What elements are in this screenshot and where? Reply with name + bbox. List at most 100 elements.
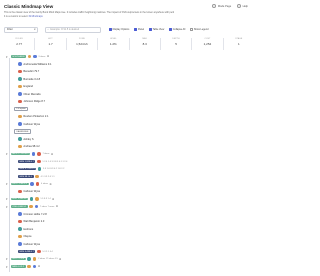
avatar [33, 54, 37, 59]
group-label: LH option [14, 106, 29, 112]
chevron-down-icon[interactable]: ▾ [6, 257, 9, 261]
chevron-down-icon[interactable]: ▾ [6, 265, 9, 269]
avatar [29, 197, 34, 201]
option-label: Collapse All [172, 28, 186, 31]
copy-icon[interactable]: ⧉ [56, 205, 58, 208]
stat-label: ZONE [78, 38, 85, 40]
stat-level: LEVEL 1.2% [98, 38, 130, 50]
tree-leaf-row[interactable]: England [18, 84, 33, 89]
tree-parent-row[interactable]: ▾ CDE 4,088.52 7 ideas 7 more ⧉ [6, 204, 58, 209]
tree-leaf-row[interactable]: Johnson Ridge 8.7 [18, 99, 45, 104]
tree-leaf-row[interactable]: Crimson Hollie 7.2.8 [18, 212, 47, 217]
checkbox-icon [109, 28, 112, 31]
tree-leaf-row[interactable]: Ashley S [18, 137, 34, 142]
copy-icon[interactable]: ⧉ [51, 153, 53, 156]
tree-leaf-row[interactable]: Oliver Mercalts [18, 92, 41, 97]
header-actions: Mode Page Help [212, 4, 248, 8]
node-meta: 1.5 8.3 1.4 [40, 198, 51, 200]
copy-icon[interactable]: ⧉ [52, 198, 54, 201]
detail-meta: 3.5 1.6 8.9 4.2 1.8 2.2 [43, 168, 65, 170]
stat-value: 1,524 kh [76, 42, 88, 46]
search-input[interactable]: ⌕ Example: O 91.5 is desired [45, 26, 101, 33]
tree-leaf-row[interactable]: Olayne [18, 234, 32, 239]
stats-bar: ROLES 2.77 ACT 1.7 ZONE 1,524 kh LEVEL 1.2% … [4, 38, 254, 50]
tree-leaf-row[interactable]: Burnside 0.2.8 [18, 77, 40, 82]
stat-value: 5 [175, 42, 177, 46]
tree-leaf-row[interactable]: Calhoun Wyss [18, 242, 40, 247]
copy-icon[interactable]: ⧉ [50, 183, 52, 186]
chevron-down-icon[interactable]: ▾ [6, 197, 9, 201]
leaf-name: Calhoun Wyss [23, 122, 41, 126]
avatar [27, 257, 32, 261]
copy-icon[interactable]: ⧉ [47, 55, 49, 58]
leaf-name: Crimson Hollie 7.2.8 [23, 212, 47, 216]
group-label: FAHRENHE [14, 129, 31, 134]
filter-bar: Filter ▾ ⌕ Example: O 91.5 is desired Di… [4, 26, 254, 33]
chevron-down-icon[interactable]: ▾ [6, 182, 9, 186]
tree-leaf-row[interactable]: Benedict 79.7 [18, 69, 39, 74]
checkbox-icon [134, 28, 137, 31]
tree-detail-row[interactable]: ERS 9.7.99.4.3 3.5 1.6 8.9 4.2 1.8 2.2 [18, 167, 64, 172]
copy-icon[interactable]: ⧉ [59, 258, 61, 261]
tree-parent-row[interactable]: ▾ WNY 2,494.93 1.5 8.3 1.4 ⧉ [6, 197, 54, 202]
page-title: Classic Mindmap View [4, 4, 54, 9]
stat-label: ROLES [15, 38, 23, 40]
tree-leaf-row[interactable]: Walt Benjamin 2.3 [18, 219, 44, 224]
tree-parent-row[interactable]: ▾ PRS 7.3.88.3.5 4 ideas ⧉ [6, 182, 52, 187]
chevron-down-icon[interactable]: ▾ [6, 55, 9, 59]
tree-detail-row[interactable]: ERS 88.14.1 4.1 3.9 2.6 1.1 [18, 174, 55, 179]
leaf-name: Hebrons [23, 227, 34, 231]
tree-leaf-row[interactable]: Andromeda Williams 9.1 [18, 62, 52, 67]
tree-detail-row[interactable]: ERS 4,498.6.7 5.3 2.1 4.4 [18, 249, 53, 254]
leaf-name: Calhoun Wyss [23, 190, 41, 193]
tree-leaf-row[interactable]: Andrea 98.4.2 [18, 144, 40, 149]
avatar [37, 249, 41, 254]
stat-label: STAGE [235, 38, 243, 40]
option-table-view[interactable]: Table View [149, 28, 164, 31]
tree-leaf-row[interactable]: Calhoun Wyss [18, 189, 40, 194]
avatar [27, 264, 32, 269]
avatar [18, 227, 22, 231]
stat-stage: STAGE 1 [224, 38, 254, 50]
search-placeholder: Example: O 91.5 is desired [50, 28, 80, 31]
tree-leaf-row[interactable]: Hebrons [18, 227, 33, 232]
tree-group-row[interactable]: FAHRENHE [14, 129, 31, 134]
avatar [35, 174, 39, 179]
mindmaps-link[interactable]: 19 Mindmaps [28, 15, 42, 18]
tree-parent-row[interactable]: ▾ SOUTHERN 9 ideas ⧉ [6, 54, 49, 59]
option-collapse-all[interactable]: Collapse All [169, 28, 185, 31]
tree-leaf-row[interactable]: Calhoun Wyss [18, 122, 40, 127]
avatar [18, 84, 22, 89]
leaf-name: Johnson Ridge 8.7 [23, 100, 46, 103]
detail-label: ERS 9.7.99.4.3 [18, 167, 37, 171]
mode-page-button[interactable]: Mode Page [212, 4, 231, 8]
avatar [18, 122, 22, 126]
copy-icon[interactable]: ⧉ [38, 265, 40, 268]
tree-parent-row[interactable]: ▾ NRB 4.4.9.2 ⧉ [6, 264, 40, 269]
avatar [27, 54, 32, 59]
avatar [32, 257, 37, 261]
option-panel[interactable]: Panel [134, 28, 144, 31]
avatar [37, 167, 42, 171]
chevron-down-icon[interactable]: ▾ [6, 205, 9, 209]
tree-leaf-row[interactable]: Reuben Pinkerton 2.1 [18, 114, 48, 119]
detail-label: ERS 4,498.6.7 [18, 250, 36, 253]
avatar [34, 204, 39, 209]
leaf-name: Andromeda Williams 9.1 [23, 62, 52, 66]
option-show-legend[interactable]: Show Legend [190, 28, 209, 31]
option-display[interactable]: Display Options [109, 28, 129, 31]
avatar [34, 197, 39, 201]
stat-value: 1.2% [109, 42, 117, 46]
page-subtitle: This is the classic view of the Gordy Bo… [4, 11, 174, 14]
node-meta: 9 ideas [38, 55, 46, 58]
stat-max: MAX 8.3 [130, 38, 161, 50]
node-label: SOUTHERN [10, 55, 27, 58]
avatar [18, 242, 22, 246]
help-button[interactable]: Help [237, 4, 248, 8]
tree-detail-row[interactable]: ERS 1,928.6.7 1.2.4 1.4 3.3 8.5 4.1.1 2.4 [18, 159, 67, 164]
tree-parent-row[interactable]: ▾ GLO 7.2.8.4 2 ideas 17 ideas 4.5 ⧉ [6, 257, 61, 262]
tree-parent-row[interactable]: ▾ BRG 4.7.99.58.4 7 ideas ⧉ [6, 152, 53, 157]
chevron-down-icon[interactable]: ▾ [6, 152, 9, 156]
filter-select[interactable]: Filter ▾ [4, 26, 38, 33]
tree-group-row[interactable]: LH option [14, 106, 29, 112]
